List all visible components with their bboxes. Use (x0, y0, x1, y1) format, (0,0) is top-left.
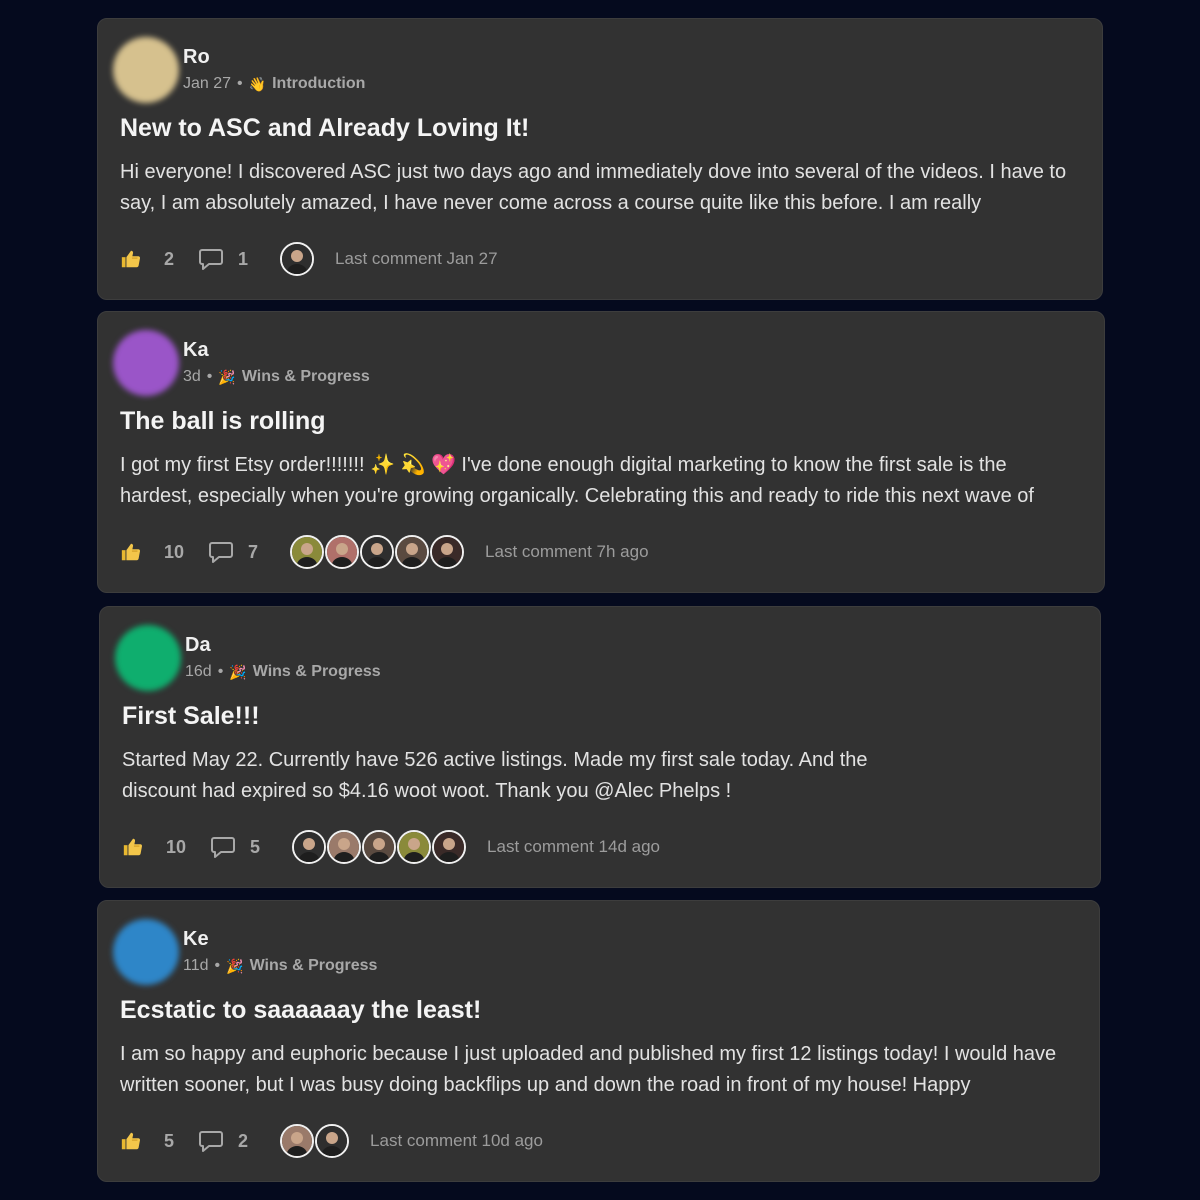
author-avatar[interactable] (113, 330, 179, 396)
meta-separator: • (206, 368, 213, 385)
meta-separator: • (214, 957, 221, 974)
author-meta: Ka 3d • 🎉 Wins & Progress (183, 338, 370, 387)
commenter-avatar[interactable] (280, 1124, 315, 1158)
commenter-avatar[interactable] (362, 830, 397, 864)
post-stats: 10 7 Last comment 7h ago (120, 534, 649, 570)
author-row: Ke 11d • 🎉 Wins & Progress (113, 919, 377, 985)
commenter-avatars (290, 535, 465, 569)
author-name[interactable]: Ke (183, 927, 377, 951)
post-body[interactable]: I got my first Etsy order!!!!!!! ✨ 💫 💖 I… (120, 450, 1080, 512)
comment-icon[interactable] (208, 540, 234, 564)
author-meta: Da 16d • 🎉 Wins & Progress (185, 633, 381, 682)
comment-count: 5 (250, 836, 261, 857)
commenter-avatar[interactable] (430, 535, 465, 569)
post-meta: Jan 27 • 👋 Introduction (183, 74, 365, 94)
commenter-avatar[interactable] (360, 535, 395, 569)
post-body[interactable]: I am so happy and euphoric because I jus… (120, 1039, 1075, 1101)
commenter-avatars (292, 830, 467, 864)
post-title[interactable]: First Sale!!! (122, 701, 260, 731)
author-meta: Ke 11d • 🎉 Wins & Progress (183, 927, 377, 976)
post-stats: 5 2 Last comment 10d ago (120, 1123, 543, 1159)
author-name[interactable]: Da (185, 633, 381, 657)
post-feed: Ro Jan 27 • 👋 Introduction New to ASC and Alr… (0, 0, 1200, 1200)
author-avatar[interactable] (115, 625, 181, 691)
comment-count: 2 (238, 1130, 249, 1151)
post-meta: 16d • 🎉 Wins & Progress (185, 662, 381, 682)
author-meta: Ro Jan 27 • 👋 Introduction (183, 45, 365, 94)
comment-count: 1 (238, 248, 249, 269)
post-category[interactable]: Wins & Progress (253, 662, 381, 682)
commenter-avatar[interactable] (327, 830, 362, 864)
meta-separator: • (217, 663, 224, 680)
commenter-avatar[interactable] (397, 830, 432, 864)
post-card[interactable]: Da 16d • 🎉 Wins & Progress First Sale!!! Start… (99, 606, 1101, 888)
post-card[interactable]: Ke 11d • 🎉 Wins & Progress Ecstatic to saaaaa… (97, 900, 1100, 1182)
author-name[interactable]: Ro (183, 45, 365, 69)
comment-icon[interactable] (198, 1129, 224, 1153)
post-title[interactable]: New to ASC and Already Loving It! (120, 113, 529, 143)
commenter-avatars (280, 1124, 350, 1158)
post-meta: 11d • 🎉 Wins & Progress (183, 956, 377, 976)
commenter-avatar[interactable] (280, 242, 315, 276)
post-category[interactable]: Wins & Progress (242, 367, 370, 387)
commenter-avatars (280, 242, 315, 276)
post-meta: 3d • 🎉 Wins & Progress (183, 367, 370, 387)
author-row: Ka 3d • 🎉 Wins & Progress (113, 330, 370, 396)
like-count: 5 (164, 1130, 175, 1151)
post-stats: 10 5 Last comment 14d ago (122, 829, 660, 865)
comment-icon[interactable] (210, 835, 236, 859)
post-category[interactable]: Wins & Progress (250, 956, 378, 976)
thumbs-up-icon[interactable] (120, 248, 142, 270)
like-count: 2 (164, 248, 175, 269)
post-title[interactable]: Ecstatic to saaaaaay the least! (120, 995, 481, 1025)
last-comment-time: Last comment 7h ago (485, 542, 649, 561)
commenter-avatar[interactable] (432, 830, 467, 864)
comment-count: 7 (248, 541, 259, 562)
commenter-avatar[interactable] (395, 535, 430, 569)
commenter-avatar[interactable] (325, 535, 360, 569)
author-avatar[interactable] (113, 37, 179, 103)
post-body[interactable]: Hi everyone! I discovered ASC just two d… (120, 157, 1078, 219)
author-row: Ro Jan 27 • 👋 Introduction (113, 37, 365, 103)
post-time: Jan 27 (183, 75, 232, 92)
category-emoji-icon: 🎉 (229, 664, 247, 680)
thumbs-up-icon[interactable] (120, 541, 142, 563)
like-count: 10 (166, 836, 187, 857)
author-name[interactable]: Ka (183, 338, 370, 362)
post-title[interactable]: The ball is rolling (120, 406, 326, 436)
post-time: 16d (185, 663, 212, 680)
last-comment-time: Last comment Jan 27 (335, 249, 498, 268)
thumbs-up-icon[interactable] (120, 1130, 142, 1152)
post-card[interactable]: Ro Jan 27 • 👋 Introduction New to ASC and Alr… (97, 18, 1103, 300)
commenter-avatar[interactable] (292, 830, 327, 864)
post-body[interactable]: Started May 22. Currently have 526 activ… (122, 745, 900, 807)
author-avatar[interactable] (113, 919, 179, 985)
category-emoji-icon: 🎉 (226, 958, 244, 974)
category-emoji-icon: 🎉 (218, 369, 236, 385)
last-comment-time: Last comment 14d ago (487, 837, 660, 856)
commenter-avatar[interactable] (290, 535, 325, 569)
category-emoji-icon: 👋 (248, 76, 267, 92)
post-time: 11d (183, 957, 209, 974)
like-count: 10 (164, 541, 185, 562)
author-row: Da 16d • 🎉 Wins & Progress (115, 625, 381, 691)
comment-icon[interactable] (198, 247, 224, 271)
post-stats: 2 1 Last comment Jan 27 (120, 241, 498, 277)
last-comment-time: Last comment 10d ago (370, 1131, 543, 1150)
commenter-avatar[interactable] (315, 1124, 350, 1158)
post-time: 3d (183, 368, 201, 385)
thumbs-up-icon[interactable] (122, 836, 144, 858)
meta-separator: • (237, 75, 243, 92)
post-card[interactable]: Ka 3d • 🎉 Wins & Progress The ball is rolling… (97, 311, 1105, 593)
post-category[interactable]: Introduction (272, 74, 365, 94)
